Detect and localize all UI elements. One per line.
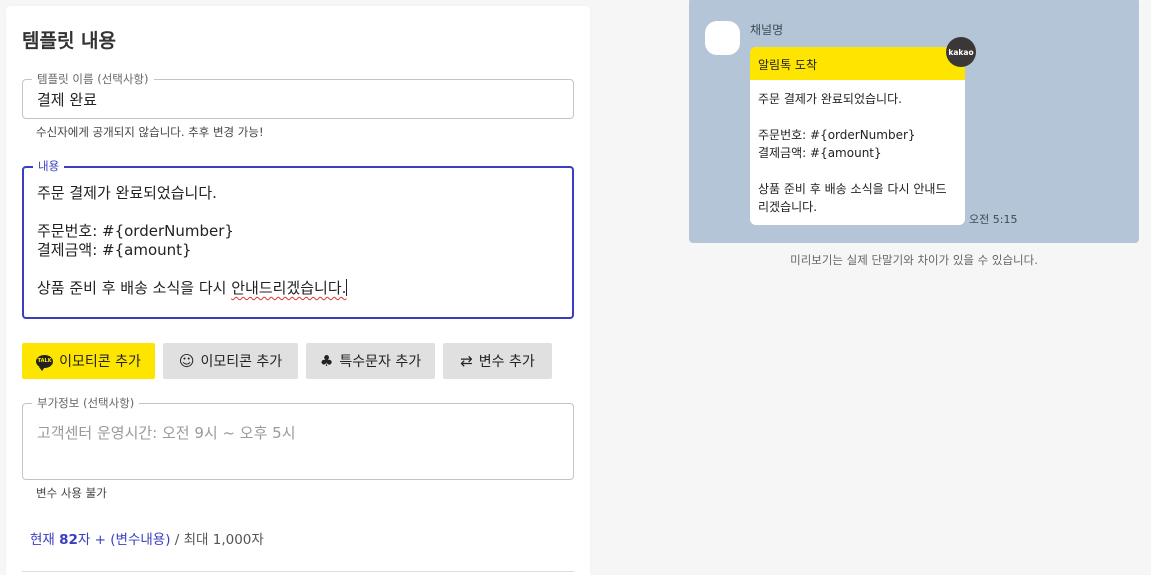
kakao-emoticon-button[interactable]: TALK 이모티콘 추가 [22,343,155,379]
preview-disclaimer: 미리보기는 실제 단말기와 차이가 있을 수 있습니다. [790,253,1038,267]
preview-line: 상품 준비 후 배송 소식을 다시 안내드 [758,182,947,196]
preview-line: 리겠습니다. [758,200,818,214]
template-name-helper: 수신자에게 공개되지 않습니다. 추후 변경 가능! [36,125,264,139]
preview-line [758,162,957,180]
content-text[interactable]: 주문 결제가 완료되었습니다. 주문번호: #{orderNumber} 결제금… [37,184,348,298]
add-variable-label: 변수 추가 [478,354,535,370]
bubble-body: 주문 결제가 완료되었습니다. 주문번호: #{orderNumber} 결제금… [750,80,965,216]
message-preview: 채널명 알림톡 도착 주문 결제가 완료되었습니다. 주문번호: #{order… [689,0,1139,243]
text-caret [346,279,348,296]
preview-line: 주문 결제가 완료되었습니다. [758,92,902,106]
bubble-header: 알림톡 도착 [750,47,965,80]
preview-line [758,108,957,126]
content-line [37,260,347,279]
extra-info-field[interactable]: 부가정보 (선택사항) 고객센터 운영시간: 오전 9시 ~ 오후 5시 [22,396,574,480]
message-bubble: 알림톡 도착 주문 결제가 완료되었습니다. 주문번호: #{orderNumb… [750,47,965,225]
extra-info-helper: 변수 사용 불가 [36,486,107,500]
club-icon: ♣ [319,351,334,370]
char-count-suffix: 자 + (변수내용) [77,532,171,548]
special-char-label: 특수문자 추가 [339,354,422,370]
content-line: 결제금액: #{amount} [37,241,192,259]
template-editor-card: 템플릿 내용 템플릿 이름 (선택사항) 결제 완료 수신자에게 공개되지 않습… [6,6,590,575]
content-line: 주문번호: #{orderNumber} [37,222,234,240]
preview-line: 결제금액: #{amount} [758,146,882,160]
char-counter: 현재 82자 + (변수내용) / 최대 1,000자 [30,528,264,548]
preview-line: 주문번호: #{orderNumber} [758,128,916,142]
kakao-logo-badge: kakao [946,37,976,67]
char-count-value: 82 [59,532,78,548]
talk-icon-text: TALK [37,357,52,364]
message-time: 오전 5:15 [969,213,1018,226]
variable-icon: ⇄ [460,351,473,370]
emoticon-button[interactable]: ☺ 이모티콘 추가 [163,343,298,379]
char-count-prefix: 현재 [30,532,60,548]
smile-icon: ☺ [178,351,195,370]
channel-name: 채널명 [750,23,784,37]
content-line [37,203,347,222]
extra-info-label: 부가정보 (선택사항) [32,396,140,410]
extra-info-placeholder[interactable]: 고객센터 운영시간: 오전 9시 ~ 오후 5시 [37,422,296,443]
template-name-input[interactable]: 결제 완료 [37,89,97,110]
channel-avatar [705,21,740,55]
char-count-max: / 최대 1,000자 [170,532,264,548]
template-name-field[interactable]: 템플릿 이름 (선택사항) 결제 완료 [22,72,574,119]
emoticon-label: 이모티콘 추가 [200,354,283,370]
spellcheck-word: 안내드리겠습니다. [231,279,347,297]
divider [22,571,574,572]
content-line-part: 상품 준비 후 배송 소식을 다시 [37,279,232,297]
add-variable-button[interactable]: ⇄ 변수 추가 [443,343,552,379]
content-line-last: 상품 준비 후 배송 소식을 다시 안내드리겠습니다. [37,279,348,298]
content-line: 주문 결제가 완료되었습니다. [37,184,217,202]
page-title: 템플릿 내용 [22,30,117,52]
special-char-button[interactable]: ♣ 특수문자 추가 [306,343,435,379]
content-textarea[interactable]: 내용 주문 결제가 완료되었습니다. 주문번호: #{orderNumber} … [22,159,574,319]
kakao-talk-icon: TALK [36,354,54,371]
content-label: 내용 [33,159,65,173]
template-name-label: 템플릿 이름 (선택사항) [32,72,154,86]
kakao-emoticon-label: 이모티콘 추가 [59,354,141,370]
